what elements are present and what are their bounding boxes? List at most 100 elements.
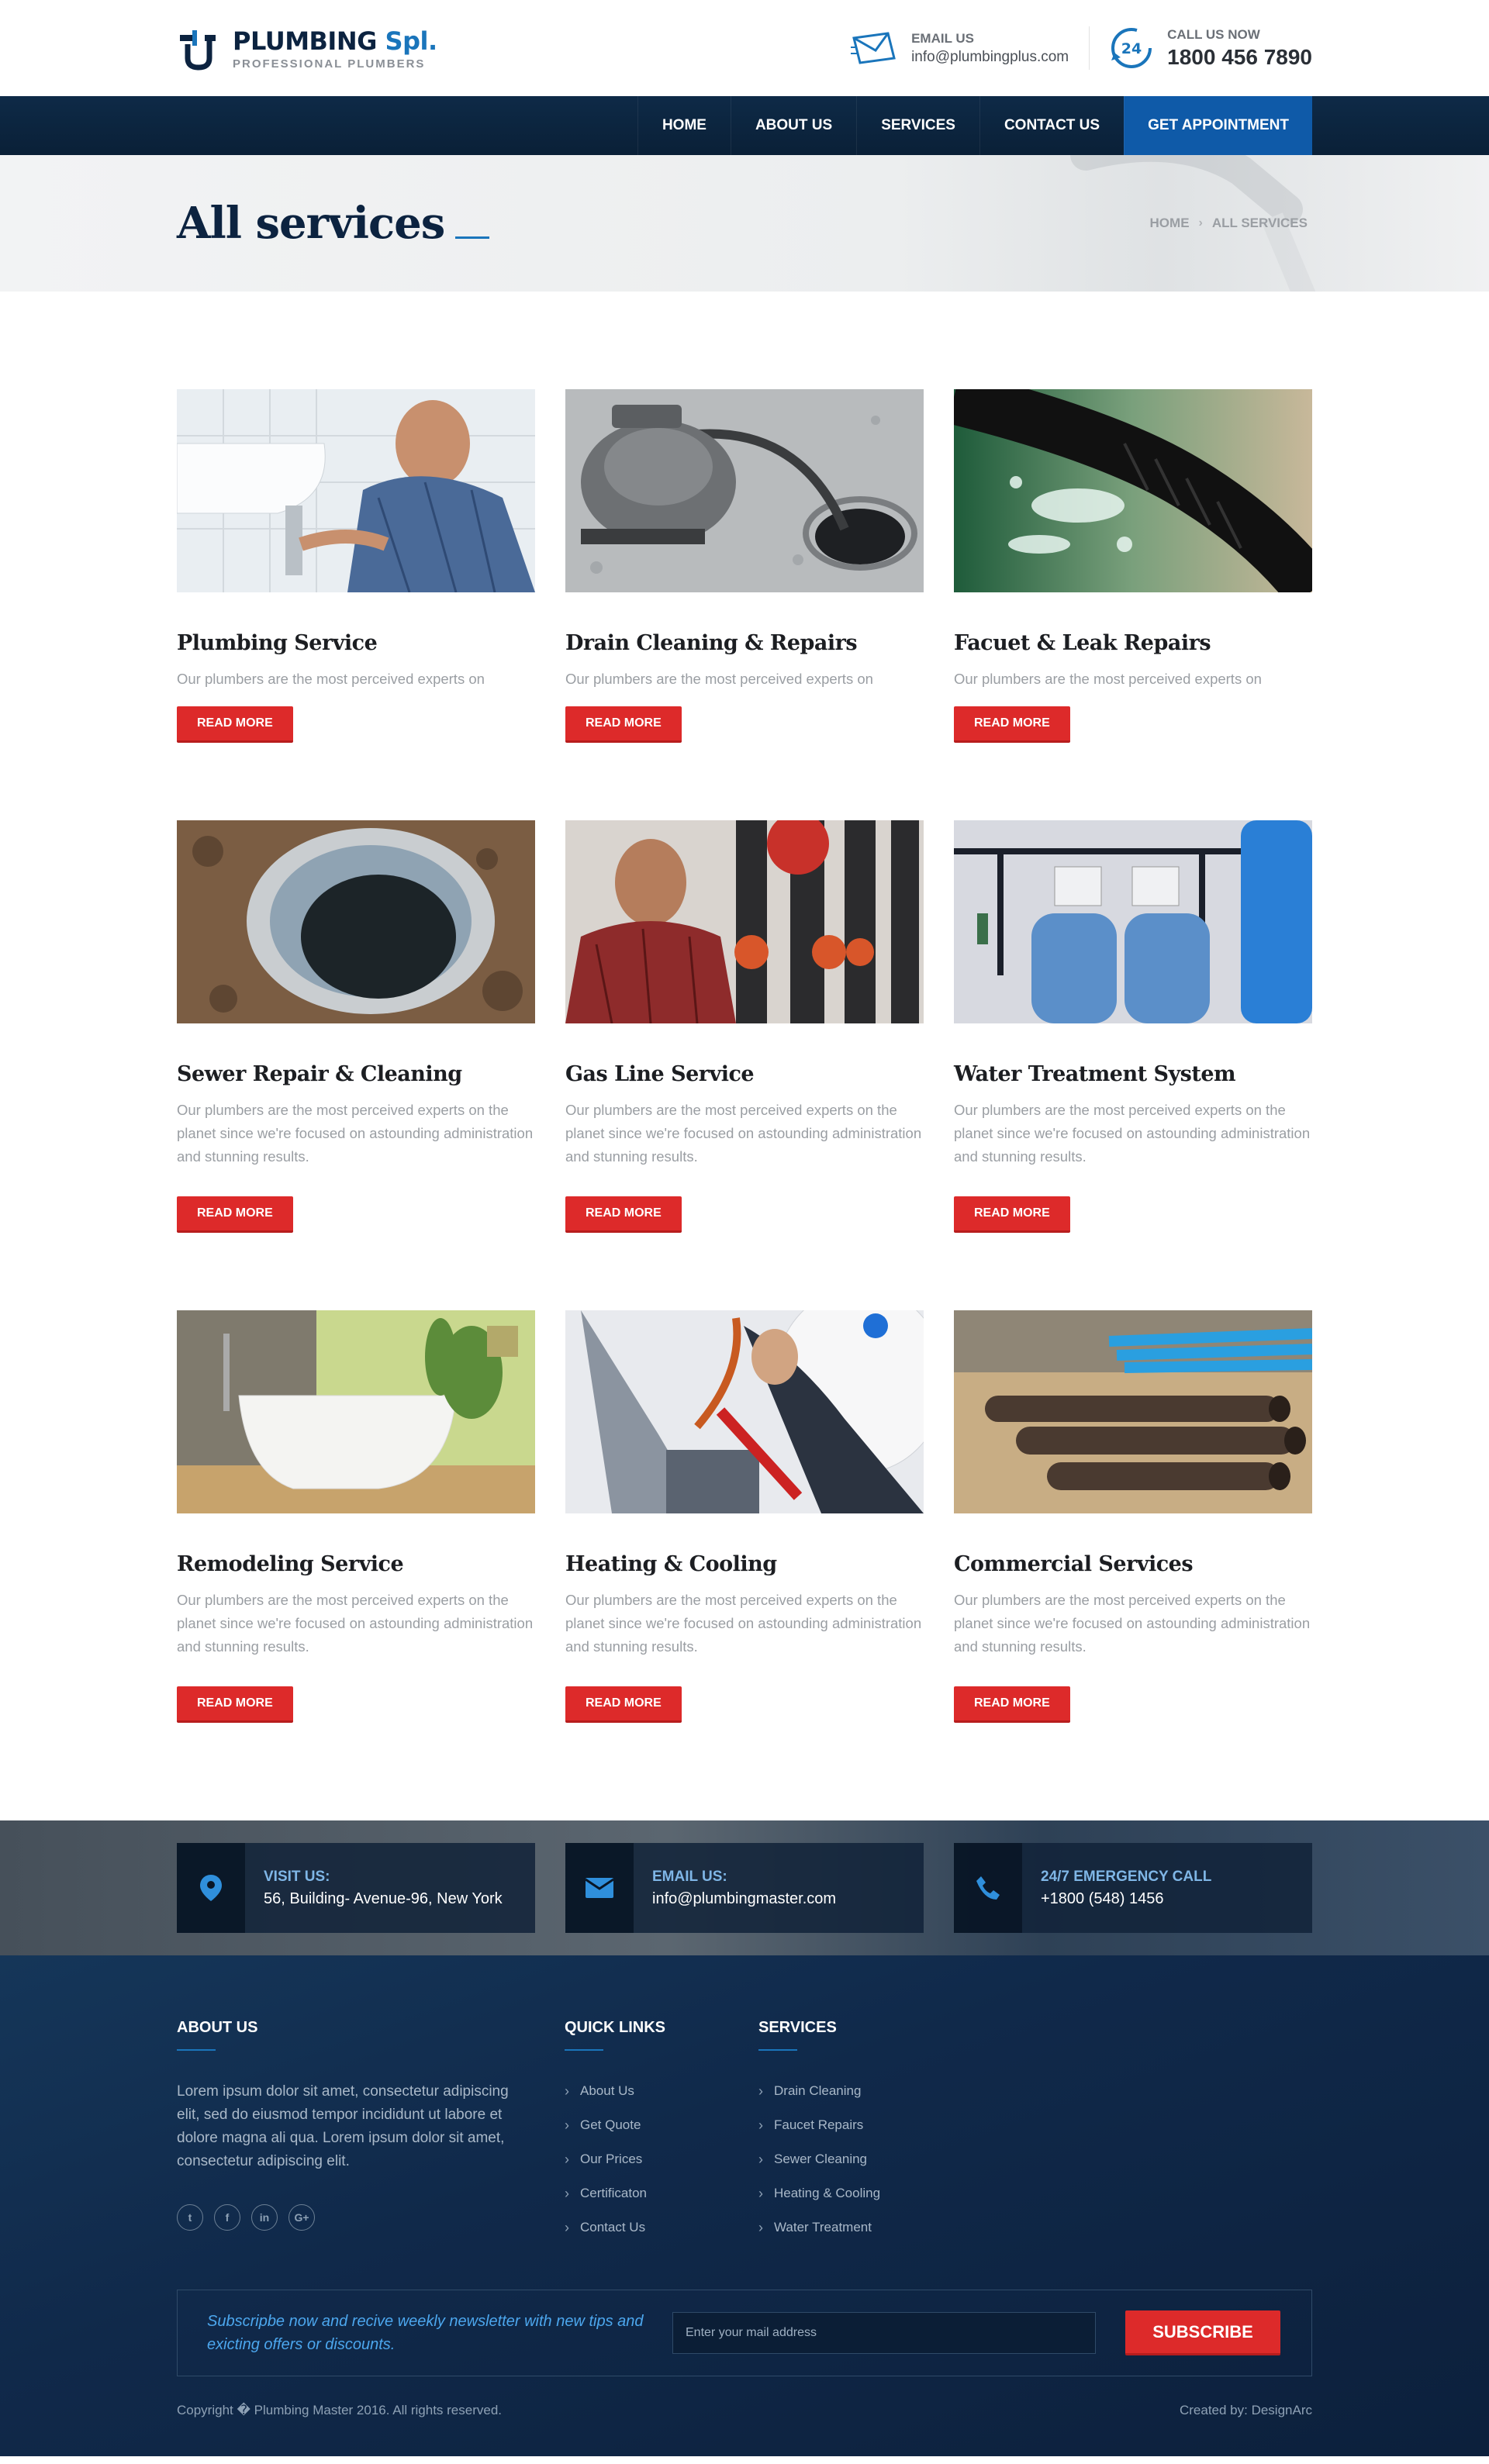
- heater-wrench-image[interactable]: [565, 1310, 924, 1513]
- service-title: Drain Cleaning & Repairs: [565, 631, 858, 655]
- quick-link[interactable]: › Get Quote: [565, 2108, 758, 2142]
- header-phone[interactable]: 24 CALL US NOW 1800 456 7890: [1110, 26, 1312, 70]
- read-more-button[interactable]: READ MORE: [954, 1686, 1070, 1723]
- service-card: Drain Cleaning & Repairs Our plumbers ar…: [565, 389, 924, 743]
- service-card: Commercial Services Our plumbers are the…: [954, 1310, 1312, 1723]
- logo[interactable]: PLUMBING Spl. PROFESSIONAL PLUMBERS: [177, 24, 437, 72]
- service-card: Gas Line Service Our plumbers are the mo…: [565, 820, 924, 1233]
- chevron-right-icon: ›: [758, 2151, 763, 2167]
- service-card: Water Treatment System Our plumbers are …: [954, 820, 1312, 1233]
- footer-quick-links: QUICK LINKS › About Us › Get Quote › Our Pr…: [565, 2019, 758, 2245]
- page-title: All services: [177, 198, 490, 249]
- read-more-button[interactable]: READ MORE: [565, 1196, 682, 1233]
- read-more-button[interactable]: READ MORE: [177, 706, 293, 743]
- service-text: Our plumbers are the most perceived expe…: [177, 1102, 534, 1165]
- phone-badge: 24: [1121, 40, 1142, 57]
- header-divider: [1089, 26, 1090, 70]
- map-pin-icon: [200, 1875, 222, 1901]
- footer-about: ABOUT US Lorem ipsum dolor sit amet, con…: [177, 2019, 565, 2245]
- chevron-right-icon: ›: [565, 2151, 569, 2167]
- facebook-icon[interactable]: f: [214, 2204, 240, 2231]
- sewer-pit-image[interactable]: [177, 820, 535, 1023]
- read-more-button[interactable]: READ MORE: [565, 1686, 682, 1723]
- newsletter-email-input[interactable]: [672, 2312, 1096, 2354]
- main-nav: HOME ABOUT US SERVICES CONTACT US GET AP…: [0, 96, 1489, 155]
- email-us-value[interactable]: info@plumbingmaster.com: [652, 1890, 836, 1908]
- chevron-right-icon: ›: [758, 2219, 763, 2235]
- service-card: Plumbing Service Our plumbers are the mo…: [177, 389, 535, 743]
- subscribe-button[interactable]: SUBSCRIBE: [1125, 2310, 1280, 2355]
- services-section: Plumbing Service Our plumbers are the mo…: [0, 292, 1489, 1820]
- leaking-hose-image[interactable]: [954, 389, 1312, 592]
- footer-about-text: Lorem ipsum dolor sit amet, consectetur …: [177, 2083, 509, 2169]
- newsletter-box: Subscripbe now and recive weekly newslet…: [177, 2290, 1312, 2376]
- breadcrumb-separator: ›: [1198, 216, 1203, 229]
- service-text: Our plumbers are the most perceived expe…: [565, 1102, 922, 1165]
- gas-pipes-image[interactable]: [565, 820, 924, 1023]
- pipes-yard-image[interactable]: [954, 1310, 1312, 1513]
- read-more-button[interactable]: READ MORE: [954, 1196, 1070, 1233]
- call-value[interactable]: 1800 456 7890: [1167, 45, 1312, 70]
- read-more-button[interactable]: READ MORE: [954, 706, 1070, 743]
- service-link[interactable]: › Heating & Cooling: [758, 2176, 991, 2210]
- google-plus-icon[interactable]: G+: [288, 2204, 315, 2231]
- chevron-right-icon: ›: [565, 2083, 569, 2099]
- footer-about-title: ABOUT US: [177, 2019, 258, 2036]
- heading-underline: [758, 2049, 797, 2051]
- heading-underline: [177, 2049, 216, 2051]
- service-text: Our plumbers are the most perceived expe…: [565, 671, 873, 687]
- pipe-logo-icon: [180, 30, 216, 71]
- plumber-sink-image[interactable]: [177, 389, 535, 592]
- breadcrumb-home[interactable]: HOME: [1150, 216, 1190, 231]
- footer-services-title: SERVICES: [758, 2019, 837, 2036]
- nav-home[interactable]: HOME: [637, 96, 731, 155]
- email-value[interactable]: info@plumbingplus.com: [911, 49, 1069, 66]
- quick-link[interactable]: › Our Prices: [565, 2142, 758, 2176]
- drain-machine-image[interactable]: [565, 389, 924, 592]
- envelope-icon: [586, 1878, 613, 1898]
- service-link[interactable]: › Water Treatment: [758, 2210, 991, 2245]
- service-title: Remodeling Service: [177, 1552, 404, 1576]
- service-title: Facuet & Leak Repairs: [954, 631, 1211, 655]
- bathtub-image[interactable]: [177, 1310, 535, 1513]
- chevron-right-icon: ›: [565, 2185, 569, 2201]
- read-more-button[interactable]: READ MORE: [565, 706, 682, 743]
- email-us-box: EMAIL US: info@plumbingmaster.com: [565, 1843, 924, 1933]
- linkedin-icon[interactable]: in: [251, 2204, 278, 2231]
- service-link[interactable]: › Faucet Repairs: [758, 2108, 991, 2142]
- service-title: Heating & Cooling: [565, 1552, 777, 1576]
- read-more-button[interactable]: READ MORE: [177, 1686, 293, 1723]
- email-label: EMAIL US: [911, 30, 974, 46]
- quick-link[interactable]: › Contact Us: [565, 2210, 758, 2245]
- visit-us-box: VISIT US: 56, Building- Avenue-96, New Y…: [177, 1843, 535, 1933]
- twitter-icon[interactable]: t: [177, 2204, 203, 2231]
- chevron-right-icon: ›: [565, 2117, 569, 2133]
- service-link[interactable]: › Sewer Cleaning: [758, 2142, 991, 2176]
- breadcrumb-current: ALL SERVICES: [1211, 216, 1308, 230]
- copyright-text: Copyright � Plumbing Master 2016. All ri…: [177, 2403, 503, 2417]
- newsletter-text: Subscripbe now and recive weekly newslet…: [207, 2313, 644, 2353]
- heading-underline: [565, 2049, 603, 2051]
- service-card: Heating & Cooling Our plumbers are the m…: [565, 1310, 924, 1723]
- water-tanks-image[interactable]: [954, 820, 1312, 1023]
- footer: ABOUT US Lorem ipsum dolor sit amet, con…: [0, 1955, 1489, 2456]
- social-links: t f in G+: [177, 2204, 565, 2231]
- nav-about[interactable]: ABOUT US: [730, 96, 856, 155]
- service-link[interactable]: › Drain Cleaning: [758, 2074, 991, 2108]
- nav-contact[interactable]: CONTACT US: [979, 96, 1124, 155]
- phone-icon: [976, 1876, 1000, 1900]
- chevron-right-icon: ›: [758, 2117, 763, 2133]
- service-text: Our plumbers are the most perceived expe…: [954, 1592, 1311, 1655]
- quick-link[interactable]: › Certificaton: [565, 2176, 758, 2210]
- emergency-call-box: 24/7 EMERGENCY CALL +1800 (548) 1456: [954, 1843, 1312, 1933]
- get-appointment-button[interactable]: GET APPOINTMENT: [1124, 96, 1312, 155]
- brand-name: PLUMBING Spl.: [233, 26, 437, 56]
- header-email[interactable]: EMAIL US info@plumbingplus.com: [851, 30, 1069, 66]
- emergency-call-value[interactable]: +1800 (548) 1456: [1041, 1890, 1211, 1908]
- service-text: Our plumbers are the most perceived expe…: [565, 1592, 922, 1655]
- service-card: Sewer Repair & Cleaning Our plumbers are…: [177, 820, 535, 1233]
- service-title: Water Treatment System: [954, 1062, 1236, 1086]
- read-more-button[interactable]: READ MORE: [177, 1196, 293, 1233]
- quick-link[interactable]: › About Us: [565, 2074, 758, 2108]
- nav-services[interactable]: SERVICES: [856, 96, 979, 155]
